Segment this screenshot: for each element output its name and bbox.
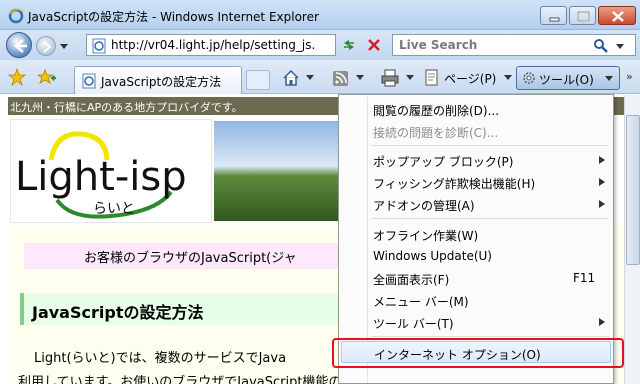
menu-item-label: 接続の問題を診断(C)... (373, 126, 499, 140)
internet-explorer-icon (8, 8, 24, 24)
submenu-arrow-icon (599, 178, 605, 186)
menu-item-label: Windows Update(U) (373, 249, 492, 263)
search-placeholder: Live Search (399, 38, 478, 52)
menu-separator (371, 336, 609, 337)
home-dropdown-icon[interactable] (306, 75, 314, 81)
favorites-center-icon[interactable] (8, 68, 26, 86)
forward-arrow-icon (43, 41, 52, 53)
tab-label: JavaScriptの設定方法 (101, 75, 222, 89)
add-to-favorites-icon[interactable] (38, 68, 56, 86)
maximize-icon (577, 11, 590, 22)
menu-item-shortcut: F11 (573, 271, 596, 285)
history-dropdown-icon[interactable] (60, 42, 68, 50)
tools-dropdown-icon (605, 76, 613, 81)
back-arrow-icon (14, 39, 27, 53)
search-input[interactable]: Live Search (392, 34, 636, 56)
menu-separator (371, 145, 609, 146)
more-commands-chevron-icon[interactable]: » (626, 70, 633, 83)
back-button[interactable] (6, 32, 32, 58)
close-button[interactable] (598, 6, 636, 25)
page-heading-text: JavaScriptの設定方法 (32, 303, 204, 322)
url-text: http://vr04.light.jp/help/setting_js. (111, 38, 316, 52)
refresh-icon[interactable] (341, 37, 357, 53)
menu-item-windows-update[interactable]: Windows Update(U) (341, 245, 611, 267)
minimize-icon (549, 17, 560, 22)
address-row: http://vr04.light.jp/help/setting_js. Li… (0, 30, 640, 60)
address-field[interactable]: http://vr04.light.jp/help/setting_js. (86, 34, 336, 56)
vertical-scrollbar[interactable] (624, 95, 640, 384)
menu-item-toolbars[interactable]: ツール バー(T) (341, 311, 611, 333)
site-banner-text: 北九州・行橋にAPのある地方プロバイダです。 (10, 101, 243, 114)
print-dropdown-icon[interactable] (406, 75, 414, 81)
tools-menu-label: ツール(O) (539, 73, 594, 87)
intro-line-1: Light(らいと)では、複数のサービスでJava (34, 351, 287, 366)
menu-item-work-offline[interactable]: オフライン作業(W) (341, 223, 611, 245)
menu-item-menu-bar[interactable]: メニュー バー(M) (341, 289, 611, 311)
gear-icon (523, 72, 535, 84)
menu-item-label: フィッシング詐欺検出機能(H) (373, 177, 536, 191)
menu-item-popup-blocker[interactable]: ポップアップ ブロック(P) (341, 149, 611, 171)
window-title: JavaScriptの設定方法 - Windows Internet Explo… (28, 10, 319, 24)
menu-item-label: 全画面表示(F) (373, 273, 450, 287)
menu-item-diagnose-connection: 接続の問題を診断(C)... (341, 120, 611, 142)
stop-icon[interactable] (366, 37, 382, 53)
search-icon[interactable] (593, 38, 609, 54)
feeds-icon[interactable] (332, 68, 350, 88)
notice-text: お客様のブラウザのJavaScript(ジャ (84, 251, 297, 266)
header-photo (214, 121, 344, 221)
print-icon[interactable] (380, 68, 400, 88)
site-logo[interactable]: Light-isp らいと (10, 119, 212, 223)
close-icon (612, 11, 624, 22)
search-options-dropdown-icon[interactable] (615, 41, 625, 51)
tools-menu-button[interactable]: ツール(O) (516, 66, 620, 90)
home-icon[interactable] (282, 68, 300, 88)
menu-item-label: 閲覧の履歴の削除(D)... (373, 104, 500, 118)
menu-item-delete-history[interactable]: 閲覧の履歴の削除(D)... (341, 98, 611, 120)
logo-text: Light-isp (15, 154, 187, 200)
new-tab-button[interactable] (246, 70, 270, 90)
menu-item-full-screen[interactable]: 全画面表示(F) F11 (341, 267, 611, 289)
tab-active[interactable]: JavaScriptの設定方法 (74, 66, 242, 94)
logo-subtext: らいと (93, 201, 135, 217)
submenu-arrow-icon (599, 200, 605, 208)
minimize-button[interactable] (540, 6, 567, 25)
command-bar: JavaScriptの設定方法 ページ(P) ツール(O) » (0, 60, 640, 94)
maximize-button[interactable] (569, 6, 596, 25)
forward-button[interactable] (36, 36, 56, 56)
menu-item-label: ツール バー(T) (373, 317, 454, 331)
page-dropdown-icon (504, 75, 512, 80)
menu-item-manage-addons[interactable]: アドオンの管理(A) (341, 193, 611, 215)
submenu-arrow-icon (599, 156, 605, 164)
menu-item-phishing-filter[interactable]: フィッシング詐欺検出機能(H) (341, 171, 611, 193)
menu-item-label: ポップアップ ブロック(P) (373, 155, 514, 169)
menu-item-label: アドオンの管理(A) (373, 199, 475, 213)
title-bar: JavaScriptの設定方法 - Windows Internet Explo… (0, 0, 640, 30)
highlight-annotation (332, 338, 624, 368)
page-heading: JavaScriptの設定方法 (20, 293, 340, 325)
tab-favicon-icon (82, 73, 96, 89)
feeds-dropdown-icon[interactable] (356, 75, 364, 81)
page-favicon-icon (92, 38, 106, 54)
scrollbar-thumb[interactable] (626, 115, 640, 265)
menu-item-label: メニュー バー(M) (373, 295, 469, 309)
menu-separator (371, 218, 609, 219)
page-menu-label: ページ(P) (444, 72, 497, 86)
javascript-notice: お客様のブラウザのJavaScript(ジャ (24, 243, 364, 269)
page-icon (425, 69, 438, 86)
submenu-arrow-icon (599, 318, 605, 326)
menu-item-label: オフライン作業(W) (373, 229, 479, 243)
